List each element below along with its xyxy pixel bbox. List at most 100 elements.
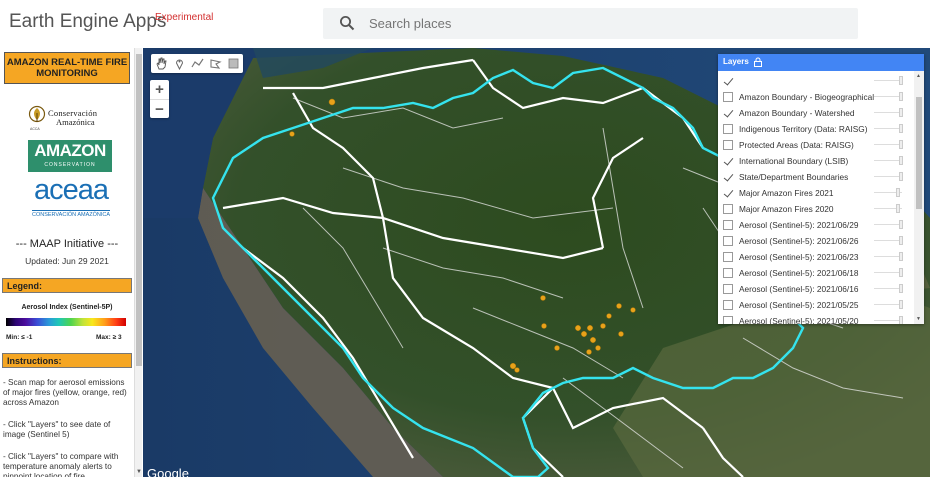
layer-opacity-handle[interactable]	[899, 252, 903, 261]
fire-point[interactable]	[328, 98, 336, 106]
layer-checkbox[interactable]	[723, 92, 733, 102]
layer-row[interactable]: Aerosol (Sentinel-5): 2021/06/18	[718, 265, 912, 281]
layer-opacity-slider[interactable]	[874, 112, 902, 113]
layer-opacity-handle[interactable]	[899, 92, 903, 101]
layer-opacity-slider[interactable]	[874, 80, 902, 81]
fire-point[interactable]	[509, 362, 517, 370]
fire-point[interactable]	[581, 331, 587, 337]
layer-opacity-slider[interactable]	[874, 304, 902, 305]
polygon-draw-icon[interactable]	[209, 57, 222, 70]
layers-panel-header[interactable]: Layers	[718, 54, 924, 71]
layer-checkbox[interactable]	[723, 268, 733, 278]
layer-opacity-handle[interactable]	[899, 156, 903, 165]
layer-opacity-handle[interactable]	[896, 204, 900, 213]
layer-opacity-slider[interactable]	[874, 176, 902, 177]
layer-checkbox[interactable]	[723, 316, 733, 324]
layer-opacity-slider[interactable]	[874, 320, 902, 321]
layer-checkbox[interactable]	[723, 284, 733, 294]
layer-opacity-handle[interactable]	[899, 76, 903, 85]
fire-point[interactable]	[540, 295, 546, 301]
layer-opacity-handle[interactable]	[899, 124, 903, 133]
fire-point[interactable]	[541, 323, 547, 329]
layer-row[interactable]: International Boundary (LSIB)	[718, 153, 912, 169]
rectangle-draw-icon[interactable]	[227, 57, 240, 70]
search-icon[interactable]	[339, 15, 355, 31]
fire-point[interactable]	[289, 131, 295, 137]
layer-opacity-slider[interactable]	[874, 272, 902, 273]
layer-row[interactable]: Protected Areas (Data: RAISG)	[718, 137, 912, 153]
panel-scrollbar[interactable]: ▼	[134, 48, 142, 477]
fire-point[interactable]	[616, 303, 622, 309]
layers-scroll-down-icon[interactable]: ▼	[916, 316, 921, 322]
layer-checkbox[interactable]	[723, 204, 733, 214]
layer-row[interactable]: Major Amazon Fires 2020	[718, 201, 912, 217]
layer-opacity-handle[interactable]	[899, 316, 903, 324]
layers-scrollbar-thumb[interactable]	[916, 97, 922, 209]
fire-point[interactable]	[606, 313, 612, 319]
layer-opacity-slider[interactable]	[874, 128, 902, 129]
layer-checkbox[interactable]	[723, 140, 733, 150]
layer-opacity-handle[interactable]	[899, 220, 903, 229]
fire-point[interactable]	[600, 323, 606, 329]
layer-checkbox[interactable]	[723, 76, 733, 86]
lock-icon[interactable]	[753, 57, 763, 67]
layer-opacity-handle[interactable]	[899, 108, 903, 117]
layer-row[interactable]	[718, 73, 912, 89]
fire-point[interactable]	[554, 345, 560, 351]
layer-row[interactable]: Aerosol (Sentinel-5): 2021/05/25	[718, 297, 912, 313]
layer-checkbox[interactable]	[723, 236, 733, 246]
layer-opacity-handle[interactable]	[899, 236, 903, 245]
fire-point[interactable]	[586, 349, 592, 355]
layer-checkbox[interactable]	[723, 220, 733, 230]
fire-point[interactable]	[595, 345, 601, 351]
fire-point[interactable]	[590, 337, 596, 343]
layer-row[interactable]: Aerosol (Sentinel-5): 2021/06/23	[718, 249, 912, 265]
zoom-in-button[interactable]: +	[150, 80, 169, 99]
pan-hand-icon[interactable]	[155, 57, 168, 70]
layer-opacity-handle[interactable]	[899, 140, 903, 149]
fire-point[interactable]	[630, 307, 636, 313]
zoom-out-button[interactable]: −	[150, 99, 169, 118]
layer-opacity-handle[interactable]	[899, 268, 903, 277]
layer-checkbox[interactable]	[723, 108, 733, 118]
layer-opacity-slider[interactable]	[874, 160, 902, 161]
fire-point[interactable]	[587, 325, 593, 331]
layer-opacity-slider[interactable]	[874, 96, 902, 97]
panel-scrollbar-thumb[interactable]	[136, 54, 142, 366]
layer-opacity-slider[interactable]	[874, 224, 902, 225]
brand-title[interactable]: Earth Engine Apps	[9, 11, 166, 33]
layer-row[interactable]: Amazon Boundary - Biogeographical	[718, 89, 912, 105]
layer-opacity-slider[interactable]	[874, 256, 902, 257]
layer-row[interactable]: Major Amazon Fires 2021	[718, 185, 912, 201]
layer-opacity-slider[interactable]	[874, 240, 902, 241]
layer-opacity-handle[interactable]	[899, 284, 903, 293]
search-input[interactable]	[369, 8, 839, 39]
layer-opacity-slider[interactable]	[874, 288, 902, 289]
fire-point[interactable]	[618, 331, 624, 337]
layer-checkbox[interactable]	[723, 156, 733, 166]
layer-row[interactable]: State/Department Boundaries	[718, 169, 912, 185]
layer-opacity-slider[interactable]	[874, 144, 902, 145]
layer-checkbox[interactable]	[723, 300, 733, 310]
layer-row[interactable]: Aerosol (Sentinel-5): 2021/06/29	[718, 217, 912, 233]
layer-row[interactable]: Aerosol (Sentinel-5): 2021/05/20	[718, 313, 912, 324]
layer-row[interactable]: Aerosol (Sentinel-5): 2021/06/26	[718, 233, 912, 249]
layer-opacity-handle[interactable]	[899, 172, 903, 181]
layers-scroll-up-icon[interactable]: ▲	[916, 73, 921, 79]
layer-opacity-handle[interactable]	[899, 300, 903, 309]
layer-checkbox[interactable]	[723, 172, 733, 182]
line-draw-icon[interactable]	[191, 57, 204, 70]
layer-row[interactable]: Amazon Boundary - Watershed	[718, 105, 912, 121]
layer-checkbox[interactable]	[723, 252, 733, 262]
scroll-down-arrow-icon[interactable]: ▼	[136, 469, 142, 475]
layer-opacity-handle[interactable]	[896, 188, 900, 197]
fire-point[interactable]	[514, 367, 520, 373]
fire-point[interactable]	[575, 325, 581, 331]
layer-row[interactable]: Indigenous Territory (Data: RAISG)	[718, 121, 912, 137]
marker-pin-icon[interactable]	[173, 57, 186, 70]
layer-row[interactable]: Aerosol (Sentinel-5): 2021/06/16	[718, 281, 912, 297]
layer-checkbox[interactable]	[723, 124, 733, 134]
map-canvas[interactable]: + − Google Layers Amazon Boundary - Biog…	[143, 48, 930, 477]
search-bar[interactable]	[323, 8, 858, 39]
layer-checkbox[interactable]	[723, 188, 733, 198]
